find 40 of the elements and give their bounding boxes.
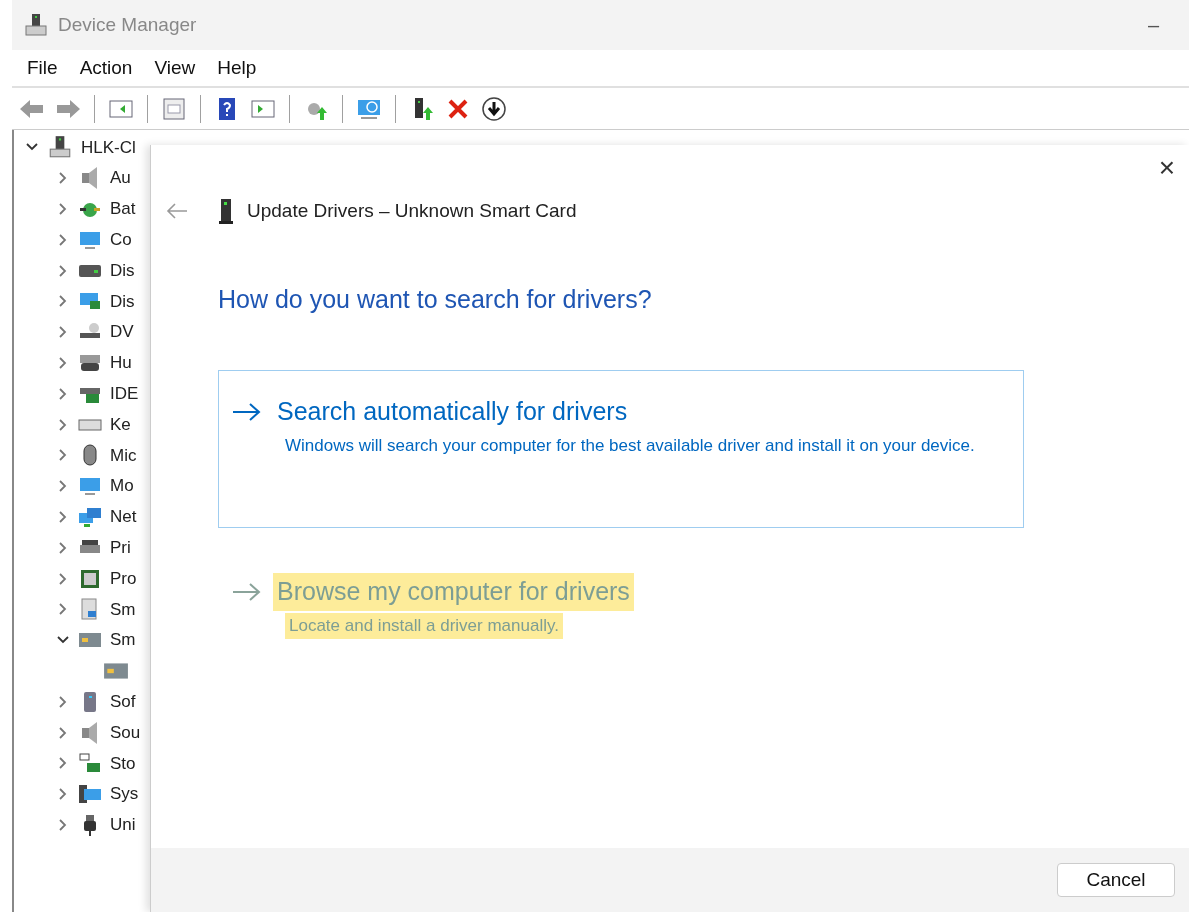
tree-item-label[interactable]: Uni <box>110 812 136 838</box>
option-title: Browse my computer for drivers <box>273 573 634 611</box>
tree-item-label[interactable]: Sou <box>110 719 141 746</box>
tree-item-label[interactable]: IDE <box>110 381 139 407</box>
tree-item-label[interactable]: Pro <box>110 565 137 592</box>
tree-item-label[interactable]: Mo <box>110 473 134 499</box>
download-icon[interactable] <box>480 94 508 123</box>
tree-item-label[interactable]: DV <box>110 319 134 345</box>
tree-item-label[interactable]: Dis <box>110 257 135 284</box>
window-title: Device Manager <box>58 12 197 37</box>
tree-item-label[interactable]: Sm <box>110 627 136 653</box>
tree-item-label[interactable]: Sto <box>110 750 136 777</box>
tree-item-label[interactable]: HLK-Cl <box>81 134 136 161</box>
option-description: Locate and install a driver manually. <box>285 612 563 639</box>
tree-item-label[interactable]: Mic <box>110 442 137 469</box>
cancel-button[interactable]: Cancel <box>1057 863 1175 897</box>
minimize-button[interactable]: – <box>1147 10 1159 40</box>
tree-item-label[interactable]: Net <box>110 504 137 530</box>
tree-item-label[interactable]: Sof <box>110 689 136 715</box>
dialog-heading: How do you want to search for drivers? <box>218 284 652 313</box>
tree-item-label[interactable]: Ke <box>110 411 131 438</box>
option-description: Windows will search your computer for the best available driver and install it on your device. <box>285 434 975 457</box>
close-button[interactable]: × <box>1154 153 1179 183</box>
option-title: Search automatically for drivers <box>276 396 629 427</box>
tree-item-label[interactable]: Co <box>110 227 132 253</box>
tree-item-label[interactable]: Dis <box>110 288 135 315</box>
app-icon <box>24 12 48 38</box>
menu-item[interactable]: View <box>154 53 196 83</box>
tree-item-label[interactable]: Hu <box>110 350 132 376</box>
driver-option[interactable]: Search automatically for drivers Windows will search your computer for the best available driver and install it on your device. <box>218 370 1024 528</box>
dialog-title: Update Drivers – Unknown Smart Card <box>247 199 577 223</box>
tree-item-label[interactable]: Au <box>110 165 131 191</box>
tree-item-label[interactable]: Sm <box>110 596 136 623</box>
menu-item[interactable]: File <box>27 53 58 83</box>
tree-item-label[interactable]: Pri <box>110 535 131 561</box>
card-reader-icon <box>219 198 233 225</box>
menu-item[interactable]: Action <box>79 53 133 83</box>
tree-item-label[interactable]: Sys <box>110 781 139 807</box>
tree-item-label[interactable]: Bat <box>110 196 136 222</box>
menu-item[interactable]: Help <box>217 53 257 83</box>
